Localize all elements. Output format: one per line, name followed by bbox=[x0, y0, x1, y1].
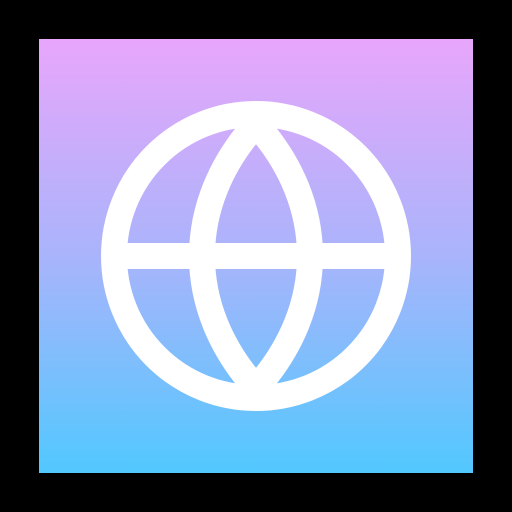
globe-icon bbox=[101, 101, 411, 411]
icon-frame bbox=[0, 0, 512, 512]
app-icon-tile bbox=[39, 39, 473, 473]
